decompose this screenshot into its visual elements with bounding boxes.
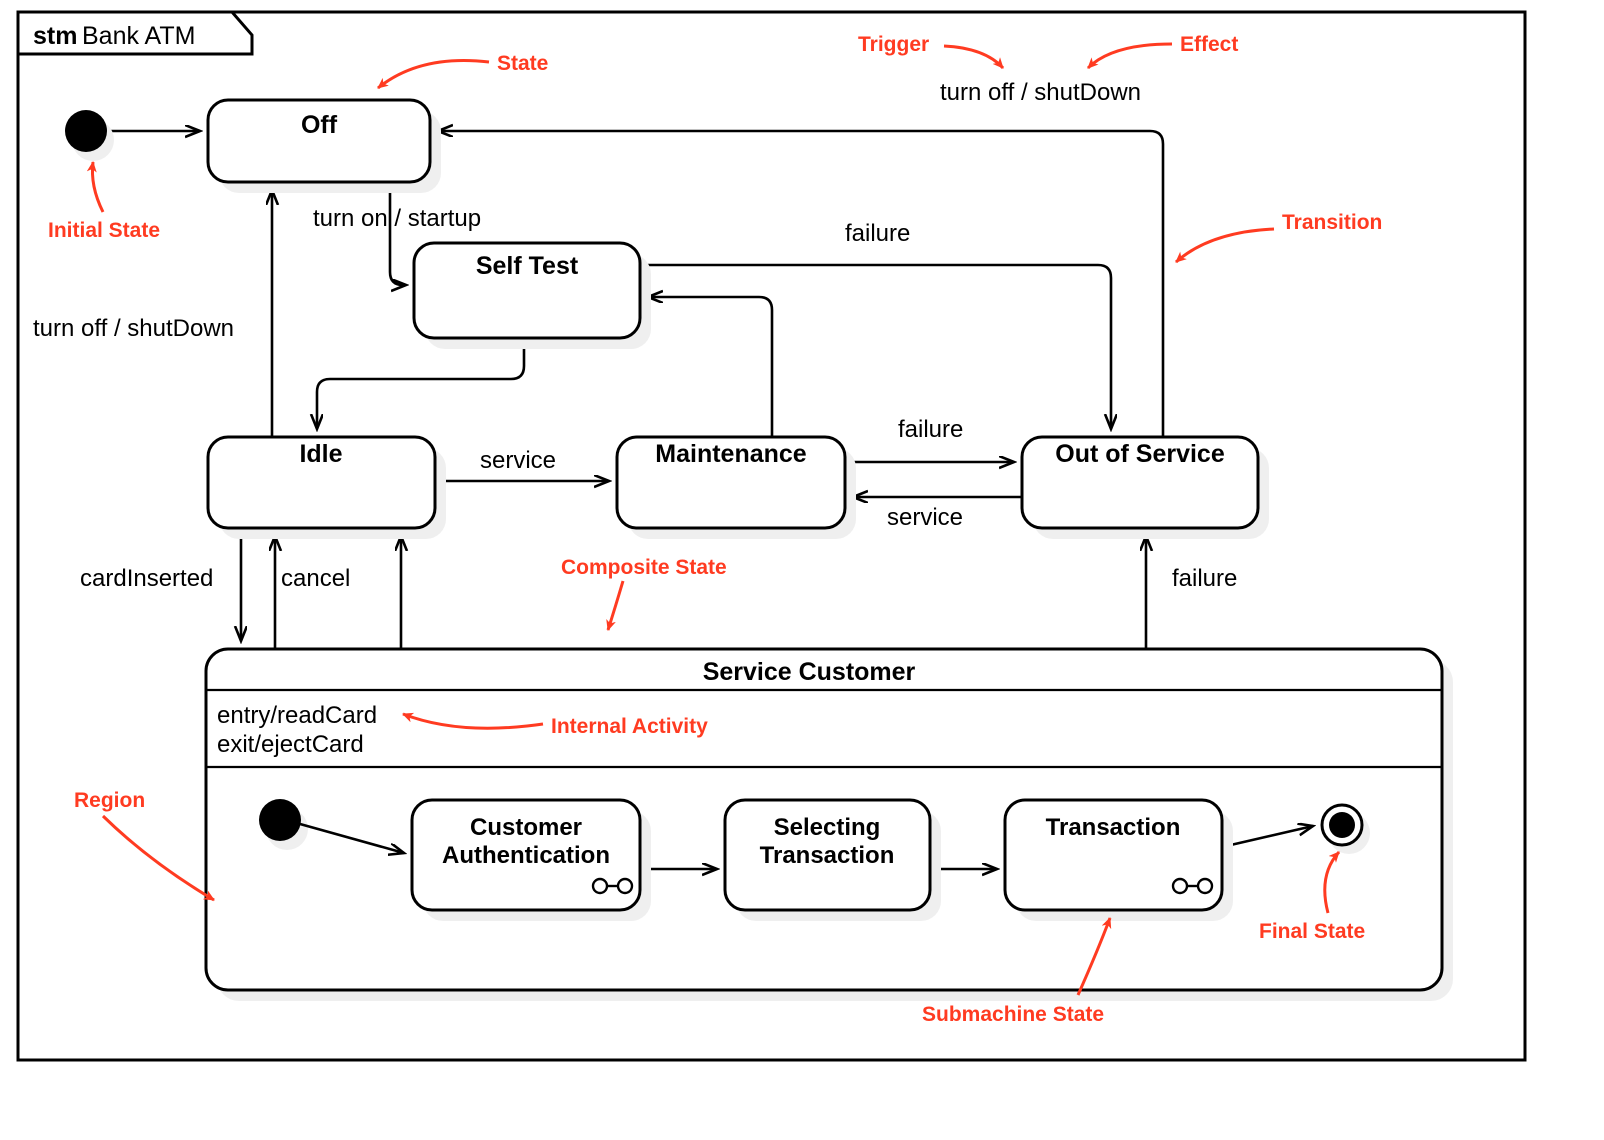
composite-title-label: Service Customer [703,658,916,686]
composite-region: Customer Authentication Selecting Transa… [259,798,1370,921]
bullseye-circle-icon [1320,803,1364,847]
composite-state-service-customer[interactable]: Service Customer entry/readCard exit/eje… [204,647,1453,1001]
composite-entry-activity: entry/readCard [217,702,377,729]
substate-transaction-label: Transaction [1046,814,1181,841]
label-failure-service-oos: failure [1172,565,1237,592]
substate-customer-authentication-label-1: Customer [470,814,582,841]
substate-customer-authentication-label-2: Authentication [442,842,610,869]
diagram-canvas: stm Bank ATM Off Self Test Idle Maintena… [0,0,1604,1140]
filled-circle-icon [65,110,107,152]
state-off[interactable]: Off [206,98,441,193]
label-service-idle-maintenance: service [480,447,556,474]
label-turn-off-shutdown-left: turn off / shutDown [33,315,234,342]
annotation-transition: Transition [1282,211,1382,234]
label-card-inserted: cardInserted [80,565,213,592]
annotation-effect: Effect [1180,33,1238,56]
annotation-initial-state: Initial State [48,219,160,242]
annotation-final-state: Final State [1259,920,1365,943]
annotation-state: State [497,52,548,75]
frame-kind-label: stm [33,22,77,50]
state-out-of-service[interactable]: Out of Service [1020,435,1269,539]
state-idle[interactable]: Idle [206,435,446,539]
label-turn-on-startup: turn on / startup [313,205,481,232]
label-service-oos-maintenance: service [887,504,963,531]
substate-selecting-transaction-label-2: Transaction [760,842,895,869]
annotation-trigger: Trigger [858,33,929,56]
state-maintenance[interactable]: Maintenance [615,435,856,539]
filled-circle-icon [259,799,301,841]
state-out-of-service-label: Out of Service [1055,440,1225,468]
composite-exit-activity: exit/ejectCard [217,731,364,758]
label-failure-maintenance-oos: failure [898,416,963,443]
annotation-submachine-state: Submachine State [922,1003,1104,1026]
substate-transaction[interactable]: Transaction [1003,798,1233,921]
substate-customer-authentication[interactable]: Customer Authentication [410,798,651,921]
substate-selecting-transaction[interactable]: Selecting Transaction [723,798,941,921]
state-self-test[interactable]: Self Test [412,241,651,349]
annotation-composite-state: Composite State [561,556,727,579]
state-off-label: Off [301,111,338,139]
frame-name-label: Bank ATM [82,22,195,50]
state-machine-diagram: stm Bank ATM Off Self Test Idle Maintena… [16,10,1527,1062]
label-failure-selftest: failure [845,220,910,247]
label-cancel: cancel [281,565,350,592]
state-maintenance-label: Maintenance [655,440,807,468]
state-self-test-label: Self Test [476,252,579,280]
annotation-internal-activity: Internal Activity [551,715,708,738]
state-idle-label: Idle [299,440,342,468]
annotation-region: Region [74,789,145,812]
substate-selecting-transaction-label-1: Selecting [774,814,881,841]
label-turn-off-shutdown-top: turn off / shutDown [940,79,1141,106]
